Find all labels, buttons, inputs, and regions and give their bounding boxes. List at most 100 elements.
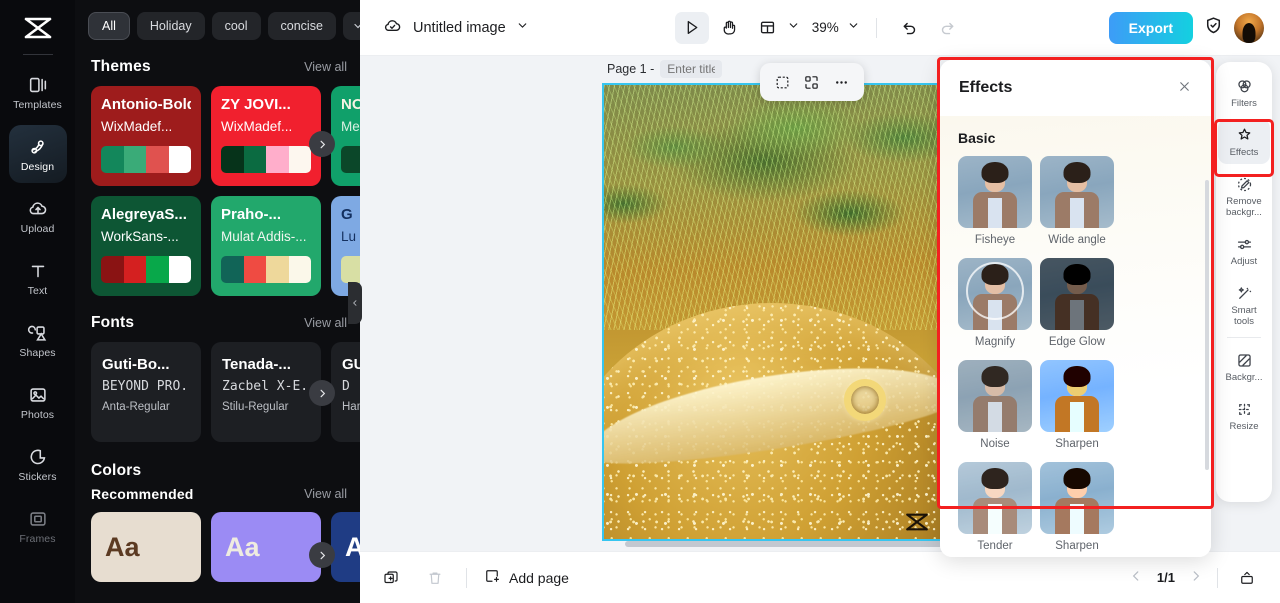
tool-background[interactable]: Backgr... [1218,344,1270,389]
tool-filters[interactable]: Filters [1218,70,1270,115]
next-page-icon[interactable] [1189,569,1203,587]
toolbar-left-group: Untitled image [360,15,529,41]
sidebar-item-upload[interactable]: Upload [9,187,67,245]
effect-item[interactable]: Sharpen [1040,462,1114,556]
trash-icon[interactable] [420,563,450,593]
font-card[interactable]: Tenada-... Zacbel X-E... Stilu-Regular [211,342,321,442]
theme-swatches [221,145,311,173]
theme-card[interactable]: Antonio-Bold WixMadef... [91,86,201,186]
effect-item[interactable]: Magnify [958,258,1032,352]
font-card[interactable]: GU D Ham [331,342,360,442]
avatar[interactable] [1234,12,1264,43]
primary-sidebar: Templates Design Upload Text Shapes Phot… [0,0,75,603]
rail-divider [22,54,53,55]
person-face [985,274,1005,294]
tool-effects[interactable]: Effects [1218,118,1270,164]
themes-view-all[interactable]: View all [304,60,347,74]
person-hair [981,162,1009,183]
effects-grid-basic: Fisheye Wide angle Magnify Edge Glow Noise Sh… [958,156,1193,556]
page-title-input[interactable] [660,60,723,78]
effect-item[interactable]: Wide angle [1040,156,1114,250]
sidebar-item-photos[interactable]: Photos [9,373,67,431]
effect-thumbnail [958,462,1032,534]
redo-icon[interactable] [931,12,965,44]
present-icon[interactable] [1232,563,1262,593]
duplicate-page-icon[interactable] [376,563,406,593]
theme-card[interactable]: NO Me [331,86,360,186]
effect-item[interactable]: Fisheye [958,156,1032,250]
theme-swatches [341,255,360,283]
hand-pan-icon[interactable] [713,12,747,44]
theme-subtitle: Lu [341,228,357,244]
more-options-icon[interactable] [829,70,853,94]
font-card-line1: Tenada-... [222,356,291,373]
sidebar-item-stickers[interactable]: Stickers [9,435,67,493]
theme-card[interactable]: G Lu [331,196,360,296]
sidebar-item-text[interactable]: Text [9,249,67,307]
theme-card[interactable]: ZY JOVI... WixMadef... [211,86,321,186]
fonts-next-arrow[interactable] [309,380,335,406]
effect-item[interactable]: Edge Glow [1040,258,1114,352]
font-card-line1: GU [342,356,360,373]
font-card[interactable]: Guti-Bo... BEYOND PRO... Anta-Regular [91,342,201,442]
add-page-button[interactable]: Add page [483,567,569,588]
prev-page-icon[interactable] [1129,569,1143,587]
effect-item[interactable]: Sharpen [1040,360,1114,454]
theme-card[interactable]: AlegreyaS... WorkSans-... [91,196,201,296]
tool-label: Remove backgr... [1226,195,1262,218]
color-card[interactable]: A [331,512,360,582]
chevron-down-icon[interactable] [847,19,860,37]
chevron-down-icon[interactable] [516,19,529,37]
crop-select-icon[interactable] [771,70,795,94]
sidebar-item-label: Templates [13,98,62,111]
export-button[interactable]: Export [1108,11,1193,44]
sidebar-item-templates[interactable]: Templates [9,63,67,121]
undo-icon[interactable] [893,12,927,44]
effect-thumbnail [1040,360,1114,432]
chip-concise[interactable]: concise [267,12,336,40]
themes-next-arrow[interactable] [309,131,335,157]
chip-all[interactable]: All [88,12,130,40]
zoom-level[interactable]: 39% [812,20,839,35]
person-shirt [988,402,1002,432]
color-card[interactable]: Aa [91,512,201,582]
theme-subtitle: Me [341,118,360,134]
close-icon[interactable] [1177,79,1192,97]
font-card-line2: Zacbel X-E... [222,379,310,394]
artboard-selected[interactable] [602,83,942,541]
effect-item[interactable]: Noise [958,360,1032,454]
pine-needles-layer [604,85,940,331]
sidebar-item-label: Photos [20,408,55,421]
colors-subtitle: Recommended [91,486,194,502]
chevron-down-icon[interactable] [787,19,800,37]
fonts-view-all[interactable]: View all [304,316,347,330]
chevron-down-icon[interactable] [342,12,360,40]
effects-panel-scrollbar[interactable] [1205,180,1209,470]
tool-smart-tools[interactable]: Smart tools [1218,277,1270,333]
theme-card[interactable]: Praho-... Mulat Addis-... [211,196,321,296]
document-title[interactable]: Untitled image [413,20,506,36]
effect-thumbnail [1040,258,1114,330]
color-card[interactable]: Aa [211,512,321,582]
effect-item[interactable]: Tender [958,462,1032,556]
colors-next-arrow[interactable] [309,542,335,568]
effect-label: Sharpen [1055,540,1099,552]
chip-holiday[interactable]: Holiday [136,12,205,40]
cursor-select-icon[interactable] [674,11,709,44]
tool-adjust[interactable]: Adjust [1218,228,1270,273]
layout-grid-icon[interactable] [751,12,785,44]
effect-label: Magnify [974,336,1016,348]
colors-view-all[interactable]: View all [304,487,347,501]
tool-remove-background[interactable]: Remove backgr... [1218,168,1270,224]
replace-media-icon[interactable] [800,70,824,94]
sidebar-item-shapes[interactable]: Shapes [9,311,67,369]
shield-check-icon[interactable] [1203,15,1224,41]
sidebar-item-design[interactable]: Design [8,125,67,183]
panel-collapse-handle[interactable] [348,282,362,324]
chip-cool[interactable]: cool [211,12,261,40]
sidebar-item-frames[interactable]: Frames [9,497,67,555]
tool-resize[interactable]: Resize [1218,393,1270,438]
capcut-logo-icon [18,8,58,48]
effects-panel-body[interactable]: Basic Fisheye Wide angle Magnify Edge Glow N… [940,116,1211,557]
ornament-ring [844,378,887,421]
